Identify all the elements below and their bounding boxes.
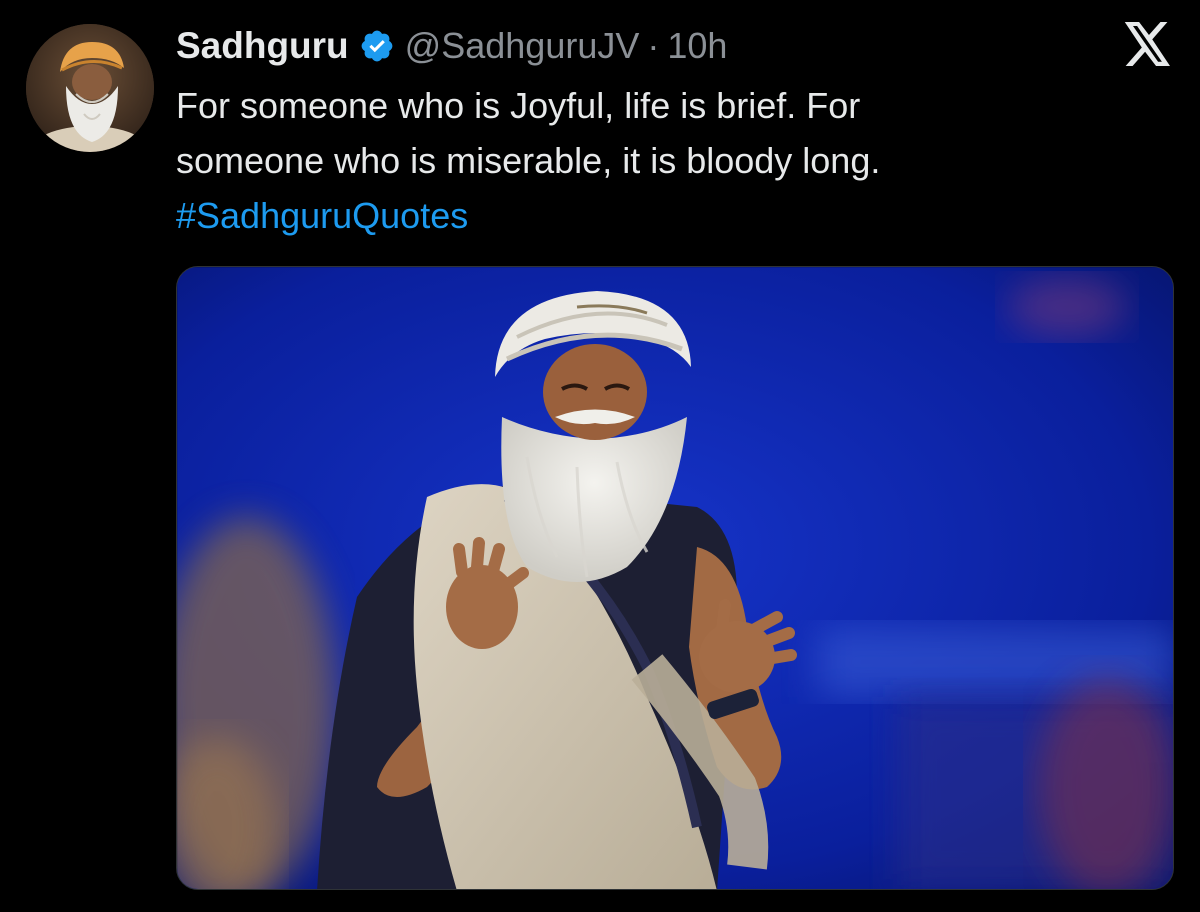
tweet-header: Sadhguru @SadhguruJV · 10h	[176, 18, 727, 74]
tweet-text-line-2: someone who is miserable, it is bloody l…	[176, 140, 881, 181]
tweet-text: For someone who is Joyful, life is brief…	[176, 78, 1156, 243]
avatar[interactable]	[26, 24, 154, 152]
author-handle[interactable]: @SadhguruJV	[405, 25, 640, 67]
photo-image	[177, 267, 1173, 889]
author-name[interactable]: Sadhguru	[176, 25, 349, 67]
verified-badge-icon	[361, 30, 393, 62]
tweet-card: Sadhguru @SadhguruJV · 10h For someone w…	[0, 0, 1200, 912]
post-timestamp[interactable]: 10h	[667, 25, 727, 67]
tweet-photo[interactable]	[176, 266, 1174, 890]
meta-separator: ·	[647, 25, 660, 66]
tweet-text-line-1: For someone who is Joyful, life is brief…	[176, 85, 861, 126]
hashtag-link[interactable]: #SadhguruQuotes	[176, 188, 1156, 243]
avatar-image	[26, 24, 154, 152]
x-logo-icon[interactable]	[1124, 22, 1172, 66]
